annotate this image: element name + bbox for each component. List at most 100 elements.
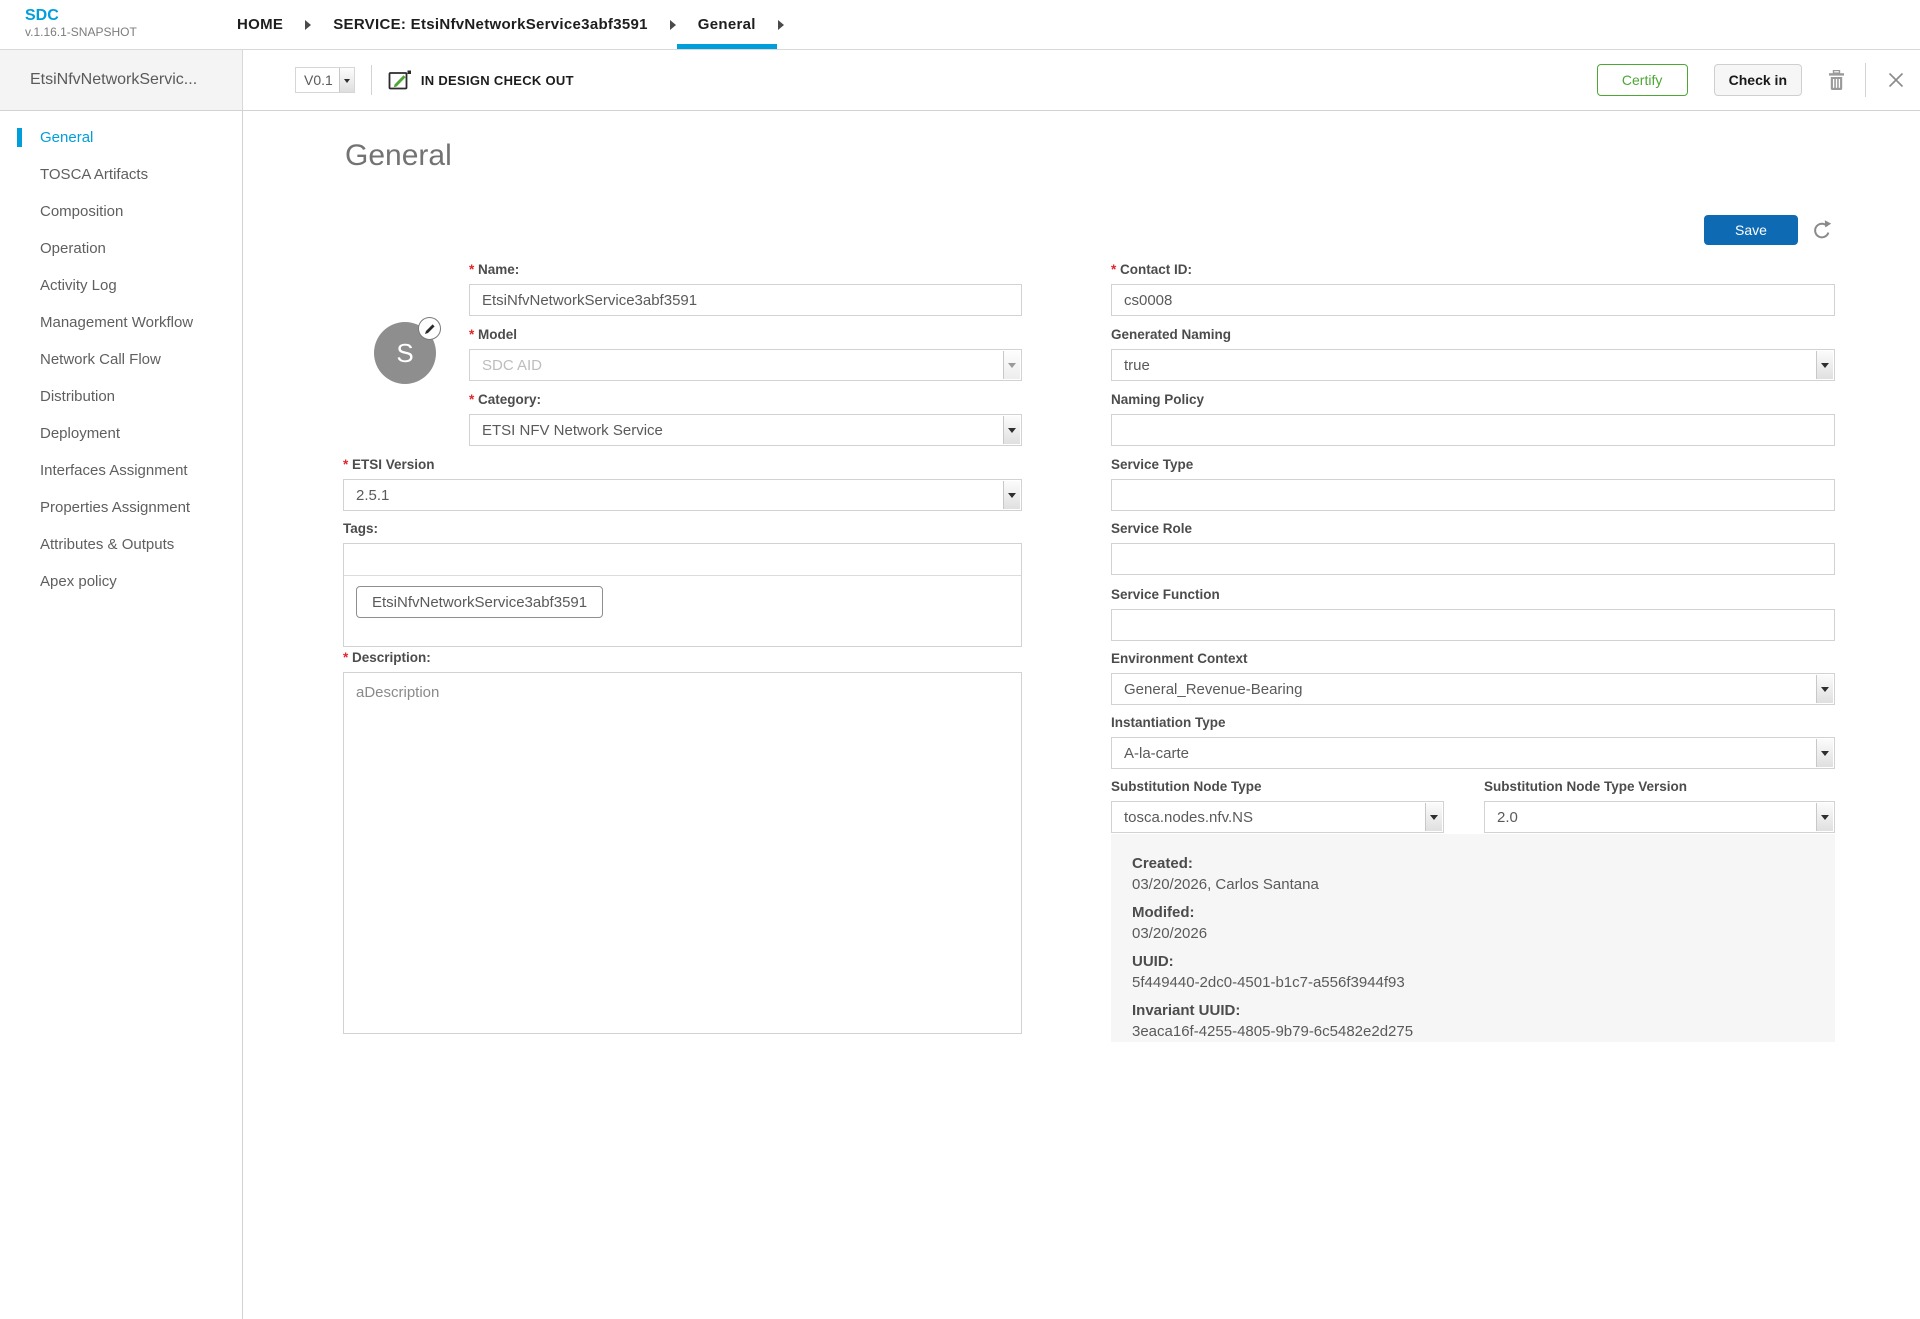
model-select-value: SDC AID [482,357,542,374]
uuid-value: 5f449440-2dc0-4501-b1c7-a556f3944f93 [1132,972,1815,993]
substitution-node-type-version-select-value: 2.0 [1497,809,1518,826]
sidebar-item-composition[interactable]: Composition [0,193,242,230]
etsi-version-label: ETSI Version [343,456,1022,473]
workspace-toolbar: EtsiNfvNetworkServic... V0.1 IN DESIGN C… [0,50,1920,111]
breadcrumb-service[interactable]: SERVICE: EtsiNfvNetworkService3abf3591 [312,0,669,49]
chevron-down-icon [339,68,354,92]
breadcrumb-general[interactable]: General [677,0,777,49]
service-role-input[interactable] [1111,543,1835,575]
save-button[interactable]: Save [1704,215,1798,245]
substitution-node-type-select[interactable]: tosca.nodes.nfv.NS [1111,801,1444,833]
tags-label: Tags: [343,520,1022,537]
field-description: Description: aDescription [343,649,1022,1039]
sidebar-item-interfaces-assignment[interactable]: Interfaces Assignment [0,452,242,489]
invariant-uuid-label: Invariant UUID: [1132,1000,1815,1021]
meta-invariant-uuid: Invariant UUID: 3eaca16f-4255-4805-9b79-… [1132,1000,1815,1042]
certify-button[interactable]: Certify [1597,64,1688,96]
field-service-function: Service Function [1111,586,1835,641]
service-role-label: Service Role [1111,520,1835,537]
name-label: Name: [469,261,1022,278]
breadcrumb-home[interactable]: HOME [216,0,304,49]
sidebar-item-deployment[interactable]: Deployment [0,415,242,452]
main-content: General Save S Name: [243,111,1920,1319]
name-input[interactable] [469,284,1022,316]
substitution-node-type-label: Substitution Node Type [1111,778,1444,795]
toolbar-divider [371,65,372,95]
field-etsi-version: ETSI Version 2.5.1 [343,456,1022,511]
generated-naming-select-value: true [1124,357,1150,374]
sidebar-item-tosca-artifacts[interactable]: TOSCA Artifacts [0,156,242,193]
meta-uuid: UUID: 5f449440-2dc0-4501-b1c7-a556f3944f… [1132,951,1815,993]
contact-id-input[interactable] [1111,284,1835,316]
meta-created: Created: 03/20/2026, Carlos Santana [1132,853,1815,895]
field-category: Category: ETSI NFV Network Service [469,391,1022,446]
environment-context-select[interactable]: General_Revenue-Bearing [1111,673,1835,705]
field-substitution-node-type-version: Substitution Node Type Version 2.0 [1484,778,1835,833]
toolbar-actions: Certify Check in [1597,63,1920,97]
tag-chip[interactable]: EtsiNfvNetworkService3abf3591 [356,586,603,618]
sdc-logo-title: SDC [25,7,216,25]
check-in-button[interactable]: Check in [1714,64,1802,96]
category-label: Category: [469,391,1022,408]
category-select-value: ETSI NFV Network Service [482,422,663,439]
sidebar: General TOSCA Artifacts Composition Oper… [0,111,243,1319]
field-contact-id: Contact ID: [1111,261,1835,316]
contact-id-label: Contact ID: [1111,261,1835,278]
field-instantiation-type: Instantiation Type A-la-carte [1111,714,1835,769]
model-select[interactable]: SDC AID [469,349,1022,381]
tags-box: EtsiNfvNetworkService3abf3591 [343,543,1022,647]
dropdown-arrow-icon [1816,675,1833,703]
tags-input[interactable] [344,544,1021,576]
naming-policy-input[interactable] [1111,414,1835,446]
sidebar-item-attributes-outputs[interactable]: Attributes & Outputs [0,526,242,563]
sidebar-item-apex-policy[interactable]: Apex policy [0,563,242,600]
sidebar-item-activity-log[interactable]: Activity Log [0,267,242,304]
modified-value: 03/20/2026 [1132,923,1815,944]
version-select[interactable]: V0.1 [295,67,355,93]
field-name: Name: [469,261,1022,316]
toolbar-divider [1865,63,1866,97]
app-version: v.1.16.1-SNAPSHOT [25,25,216,39]
sidebar-item-general[interactable]: General [0,119,242,156]
sidebar-item-operation[interactable]: Operation [0,230,242,267]
generated-naming-select[interactable]: true [1111,349,1835,381]
instantiation-type-label: Instantiation Type [1111,714,1835,731]
checkout-edit-icon [388,69,412,91]
close-icon[interactable] [1888,72,1904,88]
delete-icon[interactable] [1828,70,1845,91]
dropdown-arrow-icon [1816,351,1833,379]
sidebar-item-management-workflow[interactable]: Management Workflow [0,304,242,341]
substitution-node-type-version-label: Substitution Node Type Version [1484,778,1835,795]
dropdown-arrow-icon [1816,739,1833,767]
revert-refresh-icon[interactable] [1811,219,1833,241]
substitution-node-type-version-select[interactable]: 2.0 [1484,801,1835,833]
service-function-input[interactable] [1111,609,1835,641]
sidebar-item-network-call-flow[interactable]: Network Call Flow [0,341,242,378]
service-type-input[interactable] [1111,479,1835,511]
sidebar-item-properties-assignment[interactable]: Properties Assignment [0,489,242,526]
category-select[interactable]: ETSI NFV Network Service [469,414,1022,446]
invariant-uuid-value: 3eaca16f-4255-4805-9b79-6c5482e2d275 [1132,1021,1815,1042]
entity-title: EtsiNfvNetworkServic... [0,50,243,110]
model-label: Model [469,326,1022,343]
description-textarea[interactable]: aDescription [343,672,1022,1034]
field-naming-policy: Naming Policy [1111,391,1835,446]
service-avatar-letter: S [396,338,413,369]
breadcrumb: HOME SERVICE: EtsiNfvNetworkService3abf3… [216,0,785,49]
workspace-body: General TOSCA Artifacts Composition Oper… [0,111,1920,1319]
instantiation-type-select[interactable]: A-la-carte [1111,737,1835,769]
field-generated-naming: Generated Naming true [1111,326,1835,381]
service-avatar[interactable]: S [374,322,436,384]
lifecycle-status: IN DESIGN CHECK OUT [388,69,574,91]
dropdown-arrow-icon [1816,803,1833,831]
field-environment-context: Environment Context General_Revenue-Bear… [1111,650,1835,705]
sidebar-item-distribution[interactable]: Distribution [0,378,242,415]
avatar-edit-pencil-icon[interactable] [418,317,441,340]
service-function-label: Service Function [1111,586,1835,603]
breadcrumb-arrow-icon [305,20,311,30]
generated-naming-label: Generated Naming [1111,326,1835,343]
substitution-node-type-select-value: tosca.nodes.nfv.NS [1124,809,1253,826]
etsi-version-select[interactable]: 2.5.1 [343,479,1022,511]
page-title: General [345,139,452,173]
field-tags: Tags: EtsiNfvNetworkService3abf3591 [343,520,1022,647]
